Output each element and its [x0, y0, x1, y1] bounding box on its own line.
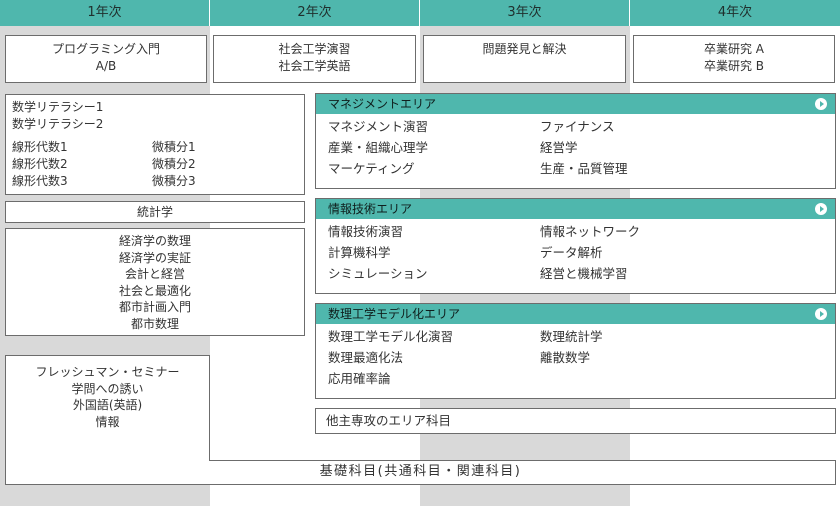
course-name: 経済学の数理	[118, 234, 191, 248]
course-name: 経営と機械学習	[540, 266, 628, 281]
course-name: 統計学	[136, 205, 173, 219]
arrow-right-icon[interactable]	[815, 203, 827, 215]
arrow-right-icon[interactable]	[815, 98, 827, 110]
course-name: 微積分3	[152, 174, 196, 188]
course-name: 都市計画入門	[118, 300, 191, 314]
header-year3: 3年次	[420, 0, 630, 26]
freshman-box: フレッシュマン・セミナー 学問への誘い 外国語(英語) 情報	[5, 355, 210, 461]
seminar-box: 社会工学演習 社会工学英語	[213, 35, 416, 83]
header-year1: 1年次	[0, 0, 210, 26]
course-name: 数学リテラシー2	[12, 117, 104, 131]
math-modeling-area: 数理工学モデル化エリア 数理工学モデル化演習 数理統計学 数理最適化法 離散数学…	[315, 303, 836, 399]
course-name: 都市数理	[130, 316, 179, 331]
course-name: 会計と経営	[124, 267, 185, 281]
foundation-box: 基礎科目(共通科目・関連科目)	[5, 460, 836, 485]
course-name: 基礎科目(共通科目・関連科目)	[319, 464, 522, 479]
course-name: 他主専攻のエリア科目	[326, 413, 452, 428]
area-header[interactable]: マネジメントエリア	[316, 94, 835, 114]
graduation-box: 卒業研究 A 卒業研究 B	[633, 35, 835, 83]
course-name: 情報	[95, 414, 120, 429]
info-tech-area: 情報技術エリア 情報技術演習 情報ネットワーク 計算機科学 データ解析 シミュレ…	[315, 198, 836, 294]
foundation-top-border	[209, 460, 836, 461]
math-box: 数学リテラシー1 数学リテラシー2 線形代数1 微積分1 線形代数2 微積分2 …	[5, 94, 305, 195]
course-name: 社会工学英語	[278, 58, 351, 73]
economics-box: 経済学の数理 経済学の実証 会計と経営 社会と最適化 都市計画入門 都市数理	[5, 228, 305, 336]
course-name: データ解析	[540, 245, 603, 260]
course-name: 経営学	[540, 140, 578, 155]
course-name: 情報ネットワーク	[540, 224, 641, 239]
course-name: 産業・組織心理学	[328, 140, 429, 155]
course-name: A/B	[95, 58, 117, 73]
course-name: 外国語(英語)	[72, 398, 143, 412]
course-name: マーケティング	[328, 161, 415, 176]
course-name: 学問への誘い	[71, 381, 144, 396]
course-name: シミュレーション	[328, 266, 428, 281]
course-name: ファイナンス	[540, 119, 615, 134]
area-title: 数理工学モデル化エリア	[328, 307, 461, 321]
statistics-box: 統計学	[5, 201, 305, 223]
course-name: 線形代数1	[12, 140, 68, 154]
header-year4: 4年次	[630, 0, 840, 26]
course-name: 卒業研究 B	[703, 58, 765, 73]
course-name: 卒業研究 A	[703, 42, 765, 56]
course-name: 線形代数2	[12, 157, 68, 171]
course-name: フレッシュマン・セミナー	[35, 365, 180, 379]
other-area-box: 他主専攻のエリア科目	[315, 408, 836, 434]
arrow-right-icon[interactable]	[815, 308, 827, 320]
programming-box: プログラミング入門 A/B	[5, 35, 207, 83]
course-name: 情報技術演習	[328, 224, 404, 239]
header-year2: 2年次	[210, 0, 420, 26]
course-name: 微積分2	[152, 157, 196, 171]
course-name: 微積分1	[152, 140, 196, 154]
area-header[interactable]: 数理工学モデル化エリア	[316, 304, 835, 324]
area-title: マネジメントエリア	[328, 97, 437, 111]
course-name: 社会と最適化	[118, 283, 191, 298]
course-name: 応用確率論	[328, 371, 391, 386]
course-name: 経済学の実証	[118, 250, 191, 265]
area-title: 情報技術エリア	[328, 202, 413, 216]
problem-box: 問題発見と解決	[423, 35, 626, 83]
course-name: 線形代数3	[12, 174, 68, 188]
course-name: プログラミング入門	[51, 42, 160, 56]
course-name: 社会工学演習	[278, 42, 351, 56]
course-name: 問題発見と解決	[482, 42, 567, 56]
management-area: マネジメントエリア マネジメント演習 ファイナンス 産業・組織心理学 経営学 マ…	[315, 93, 836, 189]
course-name	[540, 368, 740, 389]
course-name: 離散数学	[540, 350, 591, 365]
area-header[interactable]: 情報技術エリア	[316, 199, 835, 219]
course-name: 数学リテラシー1	[12, 100, 104, 114]
course-name: 数理工学モデル化演習	[328, 329, 454, 344]
course-name: 数理統計学	[540, 329, 603, 344]
course-name: 生産・品質管理	[540, 161, 628, 176]
course-name: マネジメント演習	[328, 119, 429, 134]
course-name: 計算機科学	[328, 245, 391, 260]
course-name: 数理最適化法	[328, 350, 404, 365]
